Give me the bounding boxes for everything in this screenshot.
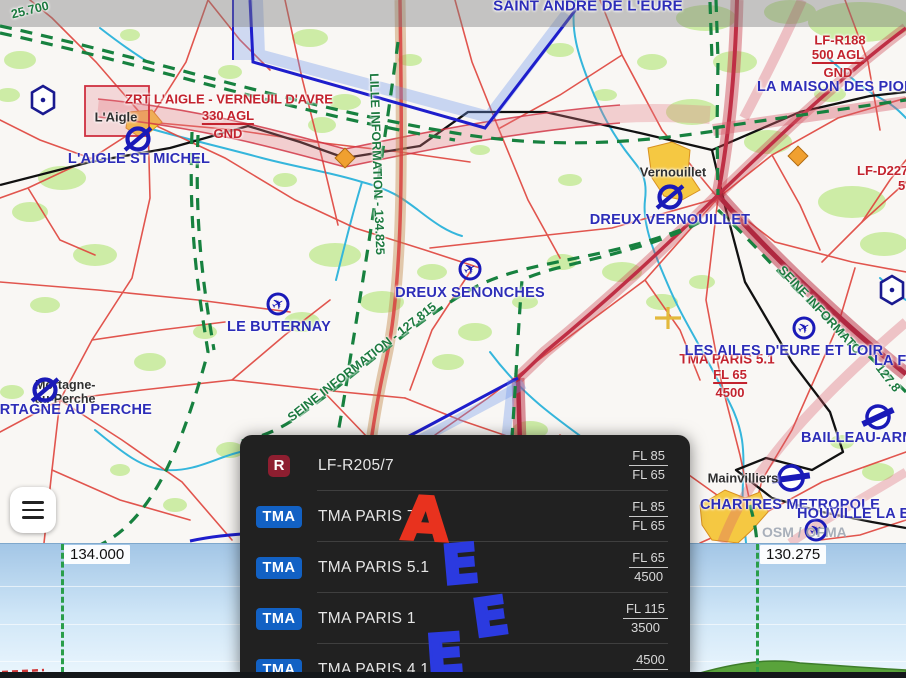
lf-r188-lower: GND (824, 65, 853, 80)
label-le-buternay: LE BUTERNAY (227, 319, 331, 335)
airspace-row[interactable]: R LF-R205/7 FL 85 FL 65 (240, 440, 690, 491)
label-dreux-vernouillet: DREUX VERNOUILLET (590, 212, 751, 228)
label-tma-paris-51-limits: FL 65 4500 (713, 367, 747, 400)
airspace-name: LF-R205/7 (318, 457, 629, 475)
label-bailleau: BAILLEAU-ARMEN (801, 430, 906, 446)
zrt-upper: 330 AGL (202, 108, 254, 123)
upper-limit: FL 65 (629, 550, 668, 568)
label-les-ailes: LES AILES D'EURE ET LOIR (685, 343, 884, 359)
airspace-limits: FL 85 FL 65 (629, 448, 668, 483)
lf-r188-upper: 500 AGL (812, 47, 864, 62)
label-mortagne-au-perche: MORTAGNE AU PERCHE (0, 402, 152, 418)
hamburger-icon (22, 509, 44, 512)
frequency-label-right: 130.275 (760, 545, 826, 564)
airspace-row[interactable]: TMA TMA PARIS 5.1 FL 65 4500 (240, 542, 690, 593)
label-laigle-st-michel: L'AIGLE ST MICHEL (68, 151, 210, 167)
hamburger-icon (22, 516, 44, 519)
label-watermark: OSM / OFMA (762, 524, 847, 540)
airspace-row[interactable]: TMA TMA PARIS 7 FL 85 FL 65 (240, 491, 690, 542)
ulm-field-icon-buternay: ✈ (260, 286, 296, 322)
zrt-divider (202, 123, 254, 125)
menu-button[interactable] (10, 487, 56, 533)
label-lf-d227c: LF-D227C (857, 163, 906, 178)
tma51-lower: 4500 (716, 385, 745, 400)
tma-badge: TMA (256, 608, 302, 630)
tma51-upper: FL 65 (713, 367, 747, 382)
tma-badge: TMA (256, 506, 302, 528)
label-saint-andre: SAINT ANDRE DE L'EURE (493, 0, 683, 15)
bottom-strip (0, 672, 906, 678)
lower-limit: FL 65 (629, 466, 668, 483)
airspace-limits: FL 65 4500 (629, 550, 668, 585)
label-la-fo: LA FO (874, 353, 906, 369)
hamburger-icon (22, 501, 44, 504)
hexagon-waypoint-icon-west (27, 84, 59, 116)
upper-limit: 4500 (633, 652, 668, 670)
restricted-badge: R (268, 455, 290, 477)
label-dreux-senonches: DREUX SENONCHES (395, 285, 545, 301)
airspace-name: TMA PARIS 7 (318, 508, 629, 526)
label-houville: HOUVILLE LA BRA (797, 506, 906, 522)
app-screen: SAINT ANDRE DE L'EURE 25.700 ZRT L'AIGLE… (0, 0, 906, 678)
label-zrt-limits: 330 AGL GND (202, 108, 254, 141)
lower-limit: 3500 (623, 619, 668, 636)
frequency-label-left: 134.000 (64, 545, 130, 564)
label-la-maison: LA MAISON DES PIONNIE (757, 79, 906, 95)
lower-limit: FL 65 (629, 517, 668, 534)
airspace-limits: FL 115 3500 (623, 601, 668, 636)
label-vernouillet-town: Vernouillet (640, 165, 706, 180)
zrt-lower: GND (214, 126, 243, 141)
upper-limit: FL 85 (629, 499, 668, 517)
airspace-name: TMA PARIS 1 (318, 610, 623, 628)
label-laigle-town: L'Aigle (95, 110, 138, 125)
glider-site-icon (653, 305, 683, 331)
label-lf-r188: LF-R188 (814, 33, 865, 48)
tma-badge: TMA (256, 557, 302, 579)
airspace-limits: FL 85 FL 65 (629, 499, 668, 534)
upper-limit: FL 115 (623, 601, 668, 619)
lf-r188-divider (812, 62, 864, 64)
label-mainvilliers-town: Mainvilliers (708, 471, 779, 486)
upper-limit: FL 85 (629, 448, 668, 466)
ulm-field-icon-senonches: ✈ (452, 251, 488, 287)
profile-route-line-right (756, 544, 759, 673)
label-lf-r188-limits: 500 AGL GND (812, 47, 864, 80)
airspace-panel: R LF-R205/7 FL 85 FL 65 TMA TMA PARIS 7 … (240, 435, 690, 678)
hexagon-waypoint-icon-east (876, 274, 906, 306)
label-zrt-name: ZRT L'AIGLE - VERNEUIL D'AVRE (125, 92, 333, 107)
airspace-name: TMA PARIS 5.1 (318, 559, 629, 577)
lower-limit: 4500 (629, 568, 668, 585)
airspace-row[interactable]: TMA TMA PARIS 1 FL 115 3500 (240, 593, 690, 644)
label-lf-d227c-sub: 5 (898, 178, 905, 193)
tma51-divider (713, 382, 747, 384)
